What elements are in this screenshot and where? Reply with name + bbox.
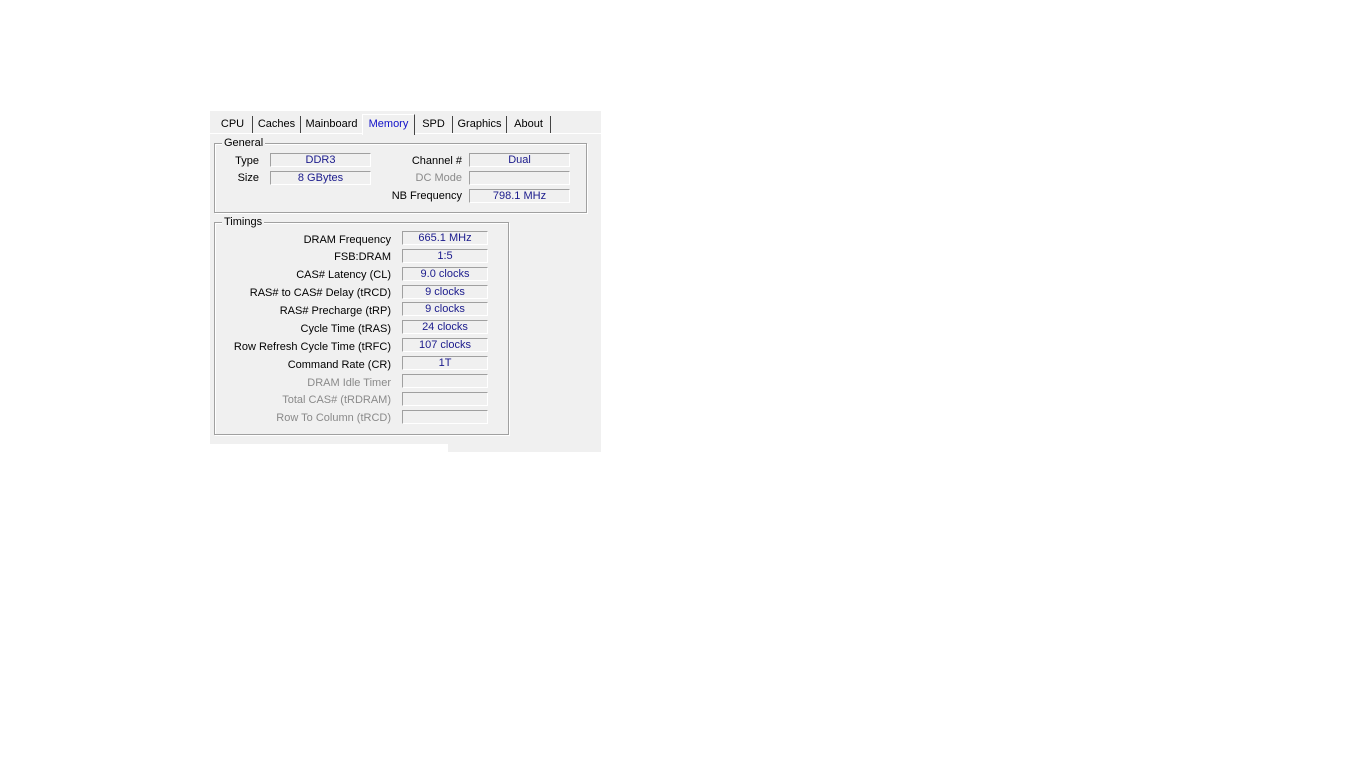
channel-value: Dual [469,153,570,167]
dram-idle-timer-value [402,374,488,388]
ras-precharge-value: 9 clocks [402,302,488,316]
cycle-time-label: Cycle Time (tRAS) [300,323,391,335]
nb-frequency-value: 798.1 MHz [469,189,570,203]
tab-cpu[interactable]: CPU [213,116,253,133]
row-refresh-label: Row Refresh Cycle Time (tRFC) [233,341,391,353]
tab-mainboard[interactable]: Mainboard [301,116,363,133]
cas-latency-label: CAS# Latency (CL) [296,269,391,281]
dc-mode-label: DC Mode [415,172,462,184]
command-rate-label: Command Rate (CR) [287,359,391,371]
dram-frequency-value: 665.1 MHz [402,231,488,245]
size-value: 8 GBytes [270,171,371,185]
size-label: Size [237,172,259,184]
timings-group: Timings DRAM Frequency 665.1 MHz FSB:DRA… [214,215,509,435]
dram-idle-timer-label: DRAM Idle Timer [307,377,391,389]
row-to-column-value [402,410,488,424]
dram-frequency-label: DRAM Frequency [303,234,391,246]
total-cas-value [402,392,488,406]
type-label: Type [235,155,259,167]
cas-latency-value: 9.0 clocks [402,267,488,281]
ras-to-cas-label: RAS# to CAS# Delay (tRCD) [249,287,391,299]
tab-memory[interactable]: Memory [362,114,415,135]
row-refresh-value: 107 clocks [402,338,488,352]
general-group: General Type DDR3 Size 8 GBytes Channel … [214,136,587,213]
cycle-time-value: 24 clocks [402,320,488,334]
row-to-column-label: Row To Column (tRCD) [276,412,391,424]
type-value: DDR3 [270,153,371,167]
tab-graphics[interactable]: Graphics [453,116,507,133]
cpuz-window: CPU Caches Mainboard Memory SPD Graphics… [210,111,601,452]
fsb-dram-value: 1:5 [402,249,488,263]
dc-mode-value [469,171,570,185]
command-rate-value: 1T [402,356,488,370]
fsb-dram-label: FSB:DRAM [334,251,391,263]
tab-caches[interactable]: Caches [253,116,301,133]
ras-to-cas-value: 9 clocks [402,285,488,299]
nb-frequency-label: NB Frequency [391,190,462,202]
general-group-title: General [222,136,266,150]
channel-label: Channel # [411,155,462,167]
total-cas-label: Total CAS# (tRDRAM) [282,394,391,406]
bottom-strip [210,444,448,452]
tab-about[interactable]: About [507,116,551,133]
timings-group-title: Timings [222,215,265,229]
tab-spd[interactable]: SPD [415,116,453,133]
ras-precharge-label: RAS# Precharge (tRP) [279,305,391,317]
tab-bar: CPU Caches Mainboard Memory SPD Graphics… [212,114,598,135]
